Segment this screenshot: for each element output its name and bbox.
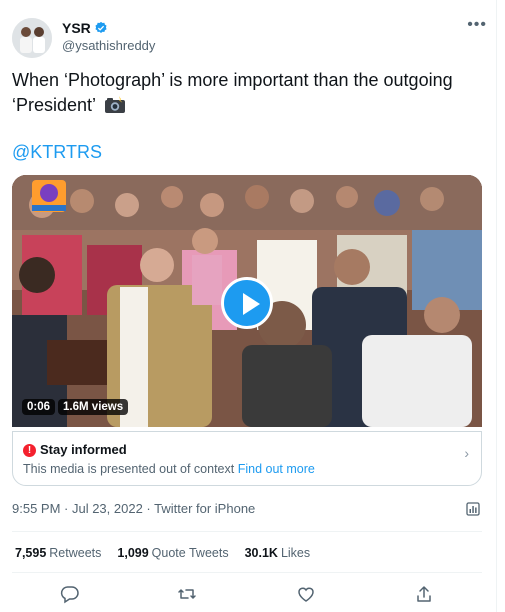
likes-stat[interactable]: 30.1K Likes: [245, 546, 311, 560]
find-out-more-link[interactable]: Find out more: [238, 462, 315, 476]
context-body: This media is presented out of context F…: [23, 462, 315, 476]
avatar[interactable]: [12, 18, 52, 58]
context-notice[interactable]: ! Stay informed This media is presented …: [12, 431, 482, 486]
divider: [12, 572, 482, 573]
author-handle[interactable]: @ysathishreddy: [62, 38, 155, 53]
divider: [12, 531, 482, 532]
more-horizontal-icon[interactable]: •••: [467, 16, 487, 34]
tweet-card: YSR @ysathishreddy ••• When ‘Photograph’…: [0, 0, 497, 612]
alert-icon: !: [23, 444, 36, 457]
author-name-row[interactable]: YSR: [62, 20, 108, 36]
tweet-text: When ‘Photograph’ is more important than…: [12, 68, 482, 118]
tweet-body: When ‘Photograph’ is more important than…: [12, 70, 453, 115]
mention-link[interactable]: @KTRTRS: [12, 142, 102, 163]
play-button[interactable]: [221, 277, 273, 329]
tweet-stats: 7,595 Retweets 1,099 Quote Tweets 30.1K Lik…: [15, 546, 310, 560]
quote-tweets-stat[interactable]: 1,099 Quote Tweets: [117, 546, 228, 560]
verified-badge-icon: [95, 21, 107, 33]
analytics-icon[interactable]: [466, 502, 480, 516]
tweet-header: YSR @ysathishreddy •••: [12, 14, 487, 58]
chevron-right-icon: ›: [464, 445, 469, 461]
share-icon[interactable]: [414, 584, 434, 604]
author-name[interactable]: YSR: [62, 20, 91, 36]
video-player[interactable]: 0:06 1.6M views: [12, 175, 482, 427]
tweet-timestamp[interactable]: 9:55 PM · Jul 23, 2022 · Twitter for iPh…: [12, 501, 255, 516]
camera-with-flash-icon: [105, 96, 126, 113]
retweets-stat[interactable]: 7,595 Retweets: [15, 546, 101, 560]
video-badges: 0:06 1.6M views: [22, 399, 129, 415]
heart-icon[interactable]: [296, 584, 316, 604]
video-duration: 0:06: [22, 399, 56, 415]
action-bar: [0, 584, 497, 606]
context-title: Stay informed: [40, 442, 127, 457]
video-views: 1.6M views: [58, 399, 129, 415]
reply-icon[interactable]: [60, 584, 80, 604]
retweet-icon[interactable]: [177, 584, 197, 604]
context-text: This media is presented out of context: [23, 462, 235, 476]
